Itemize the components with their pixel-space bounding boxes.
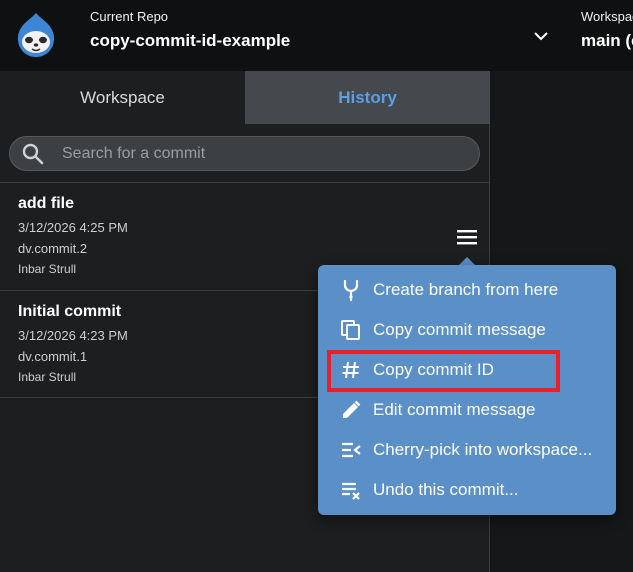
panel-tabs: Workspace History	[0, 71, 490, 124]
menu-item-label: Copy commit ID	[373, 360, 494, 379]
menu-item-label: Copy commit message	[373, 320, 546, 339]
current-repo-caption: Current Repo	[90, 9, 169, 24]
commit-id: dv.commit.2	[18, 241, 88, 256]
tab-workspace[interactable]: Workspace	[0, 71, 245, 124]
repo-name[interactable]: copy-commit-id-example	[90, 31, 290, 51]
menu-item-copy-message[interactable]: Copy commit message	[318, 310, 616, 350]
commit-author: Inbar Strull	[18, 262, 77, 276]
cherry-pick-icon	[342, 442, 361, 458]
menu-item-edit-message[interactable]: Edit commit message	[318, 390, 616, 430]
search-box	[9, 136, 480, 171]
workspace-branch[interactable]: main (c	[581, 31, 633, 51]
hash-icon	[342, 361, 359, 379]
commit-title: Initial commit	[18, 303, 122, 320]
menu-item-cherry-pick[interactable]: Cherry-pick into workspace...	[318, 430, 616, 470]
menu-item-create-branch[interactable]: Create branch from here	[318, 270, 616, 310]
search-icon	[22, 143, 44, 164]
menu-item-label: Cherry-pick into workspace...	[373, 440, 593, 459]
commit-author: Inbar Strull	[18, 370, 77, 384]
commit-context-menu: Create branch from here Copy commit mess…	[318, 265, 616, 515]
pencil-icon	[343, 400, 361, 418]
commit-id: dv.commit.1	[18, 349, 88, 364]
menu-item-undo-commit[interactable]: Undo this commit...	[318, 470, 616, 510]
commit-title: add file	[18, 195, 75, 212]
branch-icon	[343, 279, 359, 301]
sloth-logo-icon	[17, 13, 55, 57]
chevron-down-icon[interactable]	[531, 26, 551, 46]
workspace-caption: Workspace	[581, 9, 633, 24]
hamburger-menu-icon[interactable]	[456, 227, 478, 247]
tab-history[interactable]: History	[245, 71, 490, 124]
menu-item-label: Edit commit message	[373, 400, 536, 419]
undo-commit-icon	[342, 482, 360, 500]
commit-date: 3/12/2026 4:23 PM	[18, 328, 128, 343]
commit-date: 3/12/2026 4:25 PM	[18, 220, 128, 235]
menu-item-label: Undo this commit...	[373, 480, 519, 499]
search-input[interactable]	[62, 144, 442, 163]
copy-icon	[341, 320, 360, 340]
menu-item-copy-commit-id[interactable]: Copy commit ID	[318, 350, 616, 390]
menu-item-label: Create branch from here	[373, 280, 559, 299]
top-bar: Current Repo copy-commit-id-example Work…	[0, 0, 633, 71]
